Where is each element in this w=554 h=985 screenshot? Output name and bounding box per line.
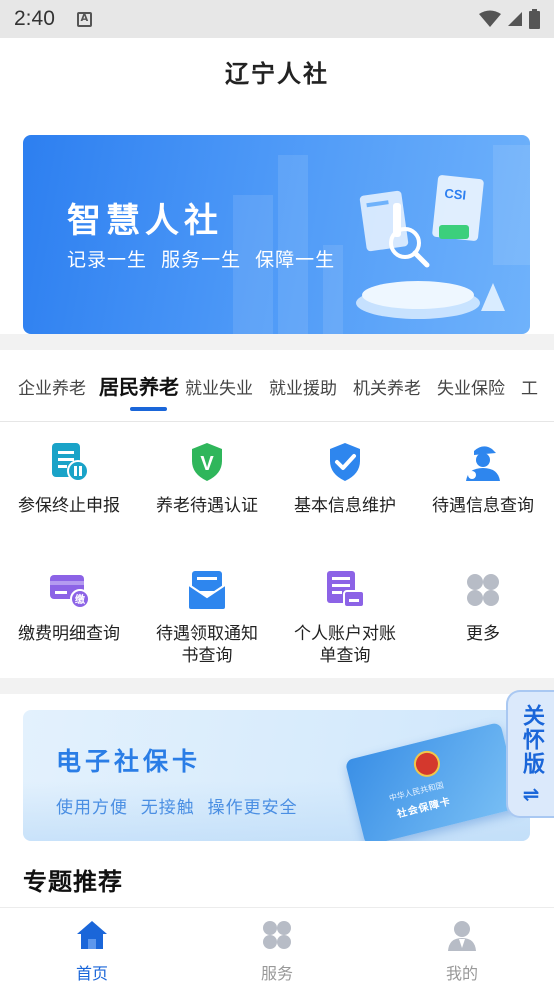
service-item-benefit-notice-query[interactable]: 待遇领取通知书查询 [138, 569, 276, 667]
tab-more-cut[interactable]: 工 [521, 374, 538, 399]
person-cap-icon [466, 446, 500, 481]
card-payment-icon: 缴 [50, 575, 90, 609]
notification-a-icon: A [76, 11, 92, 27]
banner-title: 智慧人社 [67, 201, 223, 241]
bottom-navigation: 首页 服务 我的 [0, 907, 554, 985]
more-grid-icon [467, 574, 499, 606]
nav-services[interactable]: 服务 [237, 918, 317, 984]
category-tabs: 企业养老 居民养老 就业失业 就业援助 机关养老 失业保险 工 [0, 350, 554, 422]
app-header: 辽宁人社 [0, 38, 554, 104]
service-item-more[interactable]: 更多 [414, 569, 552, 645]
tab-enterprise-pension[interactable]: 企业养老 [18, 374, 86, 399]
wifi-icon [479, 10, 501, 27]
service-label: 更多 [466, 624, 500, 644]
signal-icon [508, 12, 522, 26]
service-label: 参保终止申报 [18, 496, 120, 516]
svg-text:缴: 缴 [75, 593, 86, 606]
envelope-icon [188, 571, 226, 609]
tab-unemployment-insurance[interactable]: 失业保险 [437, 374, 505, 399]
status-bar: 2:40 A [0, 0, 554, 38]
tab-resident-pension[interactable]: 居民养老 [99, 371, 179, 400]
service-label: 待遇信息查询 [432, 496, 534, 516]
page-title: 辽宁人社 [225, 59, 329, 88]
service-label: 基本信息维护 [294, 496, 396, 516]
service-item-enrollment-termination[interactable]: 参保终止申报 [0, 441, 138, 517]
service-item-account-statement-query[interactable]: 个人账户对账单查询 [276, 569, 414, 667]
shield-check-icon [330, 443, 360, 481]
home-icon [77, 921, 107, 949]
service-item-payment-details-query[interactable]: 缴 缴费明细查询 [0, 569, 138, 645]
service-label: 缴费明细查询 [18, 624, 120, 644]
service-item-pension-certification[interactable]: V 养老待遇认证 [138, 441, 276, 517]
user-icon [448, 921, 476, 951]
service-label: 养老待遇认证 [156, 496, 258, 516]
shield-v-icon: V [192, 443, 222, 481]
tab-institution-pension[interactable]: 机关养老 [353, 374, 421, 399]
nav-label: 首页 [75, 964, 108, 983]
care-mode-label: 关怀版 [519, 704, 544, 776]
switch-arrows-icon: ⇌ [522, 782, 540, 806]
service-label: 个人账户对账单查询 [294, 624, 396, 666]
nav-label: 我的 [445, 964, 478, 983]
status-indicators [479, 9, 540, 29]
ecard-subtitle: 使用方便 无接触 操作更安全 [56, 798, 298, 818]
care-mode-button[interactable]: 关怀版 ⇌ [506, 690, 554, 818]
national-emblem-icon [411, 748, 443, 780]
svg-text:V: V [200, 453, 214, 475]
nav-profile[interactable]: 我的 [422, 918, 502, 984]
banner-illustration-icon: CSI [356, 175, 505, 319]
form-pause-icon [52, 443, 89, 482]
tab-employment-assistance[interactable]: 就业援助 [269, 374, 337, 399]
nav-home[interactable]: 首页 [52, 918, 132, 984]
service-item-basic-info-maintenance[interactable]: 基本信息维护 [276, 441, 414, 517]
banner-subtitle: 记录一生 服务一生 保障一生 [67, 249, 336, 271]
active-tab-indicator [130, 407, 167, 411]
electronic-social-security-card-banner[interactable]: 电子社保卡 使用方便 无接触 操作更安全 中华人民共和国 社会保障卡 [23, 710, 530, 841]
nav-label: 服务 [260, 964, 293, 983]
tab-employment-unemployment[interactable]: 就业失业 [185, 374, 253, 399]
app-screen: { "status_bar": {"time": "2:40"}, "heade… [0, 0, 554, 985]
service-label: 待遇领取通知书查询 [156, 624, 258, 666]
status-time: 2:40 [14, 7, 55, 30]
service-item-benefit-info-query[interactable]: 待遇信息查询 [414, 441, 552, 517]
battery-icon [529, 9, 540, 29]
section-title-topics: 专题推荐 [23, 868, 123, 896]
ecard-title: 电子社保卡 [56, 747, 202, 776]
svg-text:CSI: CSI [444, 186, 467, 203]
services-grid-icon [263, 921, 291, 949]
statement-print-icon [327, 571, 365, 608]
promo-banner[interactable]: 智慧人社 记录一生 服务一生 保障一生 CSI [23, 135, 530, 334]
